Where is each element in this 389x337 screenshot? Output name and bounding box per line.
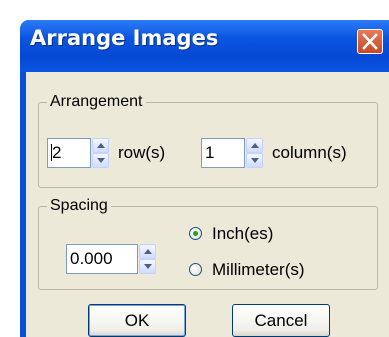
spacing-legend: Spacing xyxy=(47,197,111,215)
arrow-up-icon xyxy=(251,143,259,148)
arrange-images-dialog: Arrange Images Arrangement 2 row(s) 1 co… xyxy=(20,20,389,337)
spacing-spin-up-button[interactable] xyxy=(139,244,156,259)
millimeters-label: Millimeter(s) xyxy=(212,260,305,279)
dialog-body: Arrangement 2 row(s) 1 column(s) Spacing… xyxy=(26,72,389,337)
spacing-spin-down-button[interactable] xyxy=(139,259,156,274)
spacing-value: 0.000 xyxy=(70,249,113,268)
millimeters-radio[interactable] xyxy=(189,263,202,276)
window-title: Arrange Images xyxy=(30,26,219,50)
arrangement-legend: Arrangement xyxy=(47,93,146,111)
close-icon xyxy=(362,33,378,50)
inches-label: Inch(es) xyxy=(212,224,274,243)
arrow-down-icon xyxy=(144,264,152,269)
arrow-up-icon xyxy=(144,249,152,254)
arrow-down-icon xyxy=(97,158,105,163)
ok-button[interactable]: OK xyxy=(88,304,186,337)
columns-value: 1 xyxy=(205,143,215,162)
columns-input[interactable]: 1 xyxy=(201,138,245,168)
title-bar[interactable]: Arrange Images xyxy=(20,20,389,72)
columns-spin-up-button[interactable] xyxy=(246,138,263,153)
rows-input[interactable]: 2 xyxy=(47,138,91,168)
spacing-input[interactable]: 0.000 xyxy=(66,244,138,274)
arrow-down-icon xyxy=(251,158,259,163)
rows-value: 2 xyxy=(52,143,62,162)
rows-spin-down-button[interactable] xyxy=(92,153,109,168)
spacing-spinner xyxy=(139,244,156,274)
columns-spinner xyxy=(246,138,263,168)
arrow-up-icon xyxy=(97,143,105,148)
rows-spin-up-button[interactable] xyxy=(92,138,109,153)
rows-label: row(s) xyxy=(118,143,166,162)
rows-spinner xyxy=(92,138,109,168)
columns-label: column(s) xyxy=(272,143,347,162)
close-button[interactable] xyxy=(357,29,383,54)
cancel-button[interactable]: Cancel xyxy=(232,304,330,337)
radio-selected-dot xyxy=(193,231,198,236)
columns-spin-down-button[interactable] xyxy=(246,153,263,168)
inches-radio[interactable] xyxy=(189,227,202,240)
